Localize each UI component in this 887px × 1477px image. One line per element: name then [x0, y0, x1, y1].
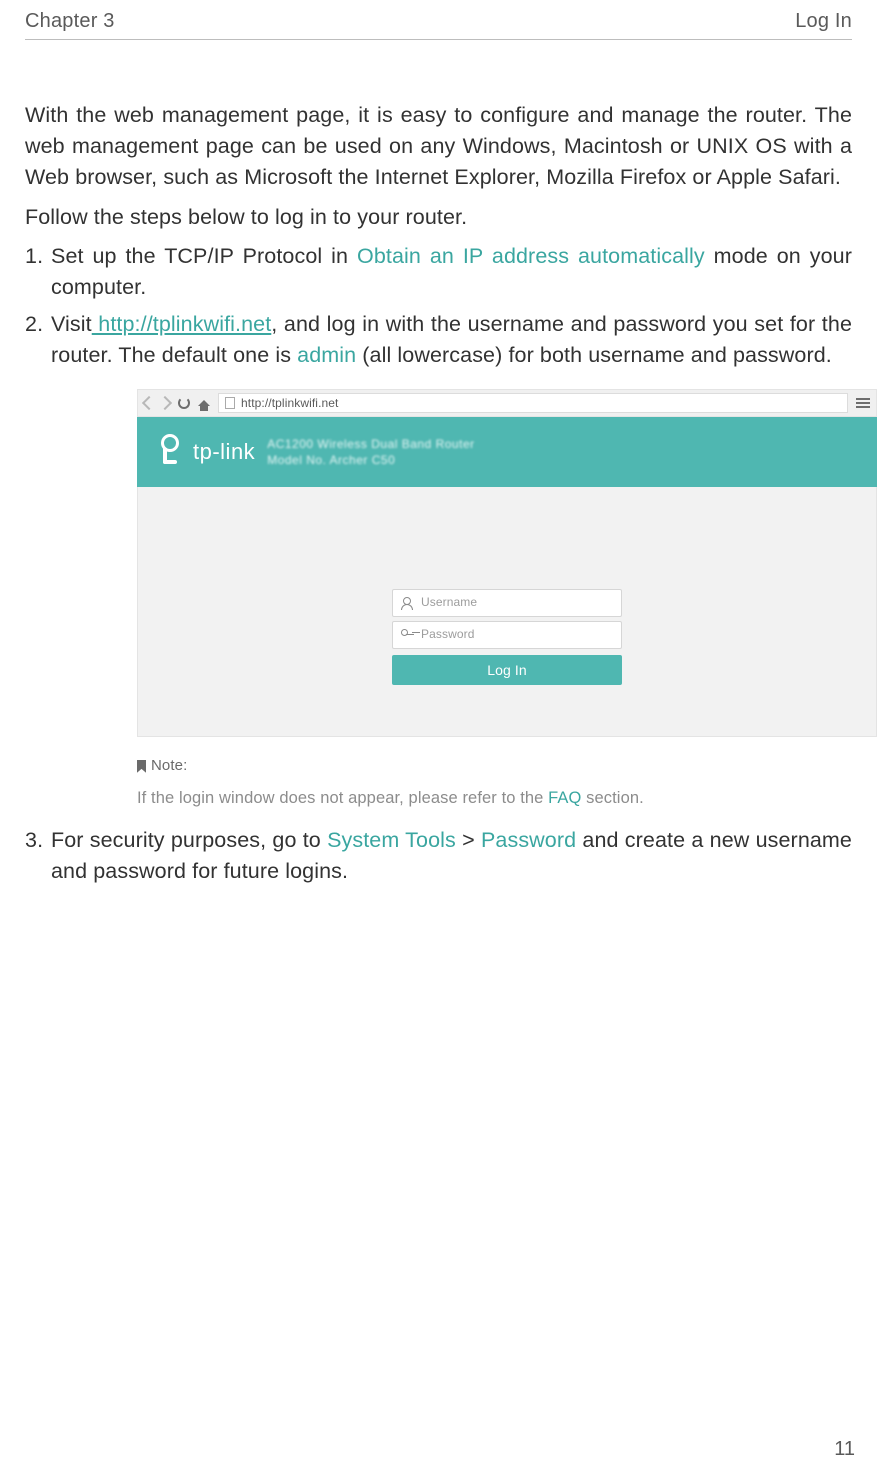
follow-text: Follow the steps below to log in to your… — [25, 202, 852, 233]
admin-text: admin — [297, 343, 356, 367]
password-input[interactable]: Password — [392, 621, 622, 649]
username-input[interactable]: Username — [392, 589, 622, 617]
step-1: Set up the TCP/IP Protocol in Obtain an … — [25, 241, 852, 303]
page-header: Chapter 3 Log In — [25, 10, 852, 40]
section-title: Log In — [795, 10, 852, 33]
user-icon — [401, 597, 413, 609]
forward-icon[interactable] — [158, 396, 172, 410]
faq-link[interactable]: FAQ — [548, 789, 581, 807]
tplinkwifi-link[interactable]: http://tplinkwifi.net — [92, 312, 272, 336]
login-button[interactable]: Log In — [392, 655, 622, 685]
back-icon[interactable] — [142, 396, 156, 410]
note-label: Note: — [137, 755, 852, 777]
obtain-ip-text: Obtain an IP address automatically — [357, 244, 705, 268]
password-menu-text: Password — [481, 828, 576, 852]
url-text: http://tplinkwifi.net — [241, 395, 338, 412]
key-icon — [401, 629, 413, 641]
step-3: For security purposes, go to System Tool… — [25, 825, 852, 887]
tp-link-logo: tp-link — [157, 436, 255, 468]
note-text: If the login window does not appear, ple… — [137, 787, 852, 811]
home-icon[interactable] — [198, 400, 210, 406]
router-page-header: tp-link AC1200 Wireless Dual Band Router… — [137, 417, 877, 487]
page-icon — [225, 397, 235, 409]
bookmark-icon — [137, 760, 146, 773]
step-2: Visit http://tplinkwifi.net, and log in … — [25, 309, 852, 811]
address-bar[interactable]: http://tplinkwifi.net — [218, 393, 848, 413]
chapter-label: Chapter 3 — [25, 10, 115, 33]
system-tools-text: System Tools — [327, 828, 456, 852]
page-number: 11 — [834, 1438, 855, 1461]
tp-link-mark-icon — [157, 438, 185, 466]
menu-icon[interactable] — [856, 398, 870, 408]
intro-paragraph: With the web management page, it is easy… — [25, 100, 852, 194]
reload-icon[interactable] — [178, 397, 190, 409]
login-screenshot: http://tplinkwifi.net tp-link AC1200 W — [137, 389, 877, 737]
router-model-text: AC1200 Wireless Dual Band Router Model N… — [267, 436, 474, 470]
router-page-body: Username Password Log In — [137, 487, 877, 737]
browser-toolbar: http://tplinkwifi.net — [137, 389, 877, 417]
